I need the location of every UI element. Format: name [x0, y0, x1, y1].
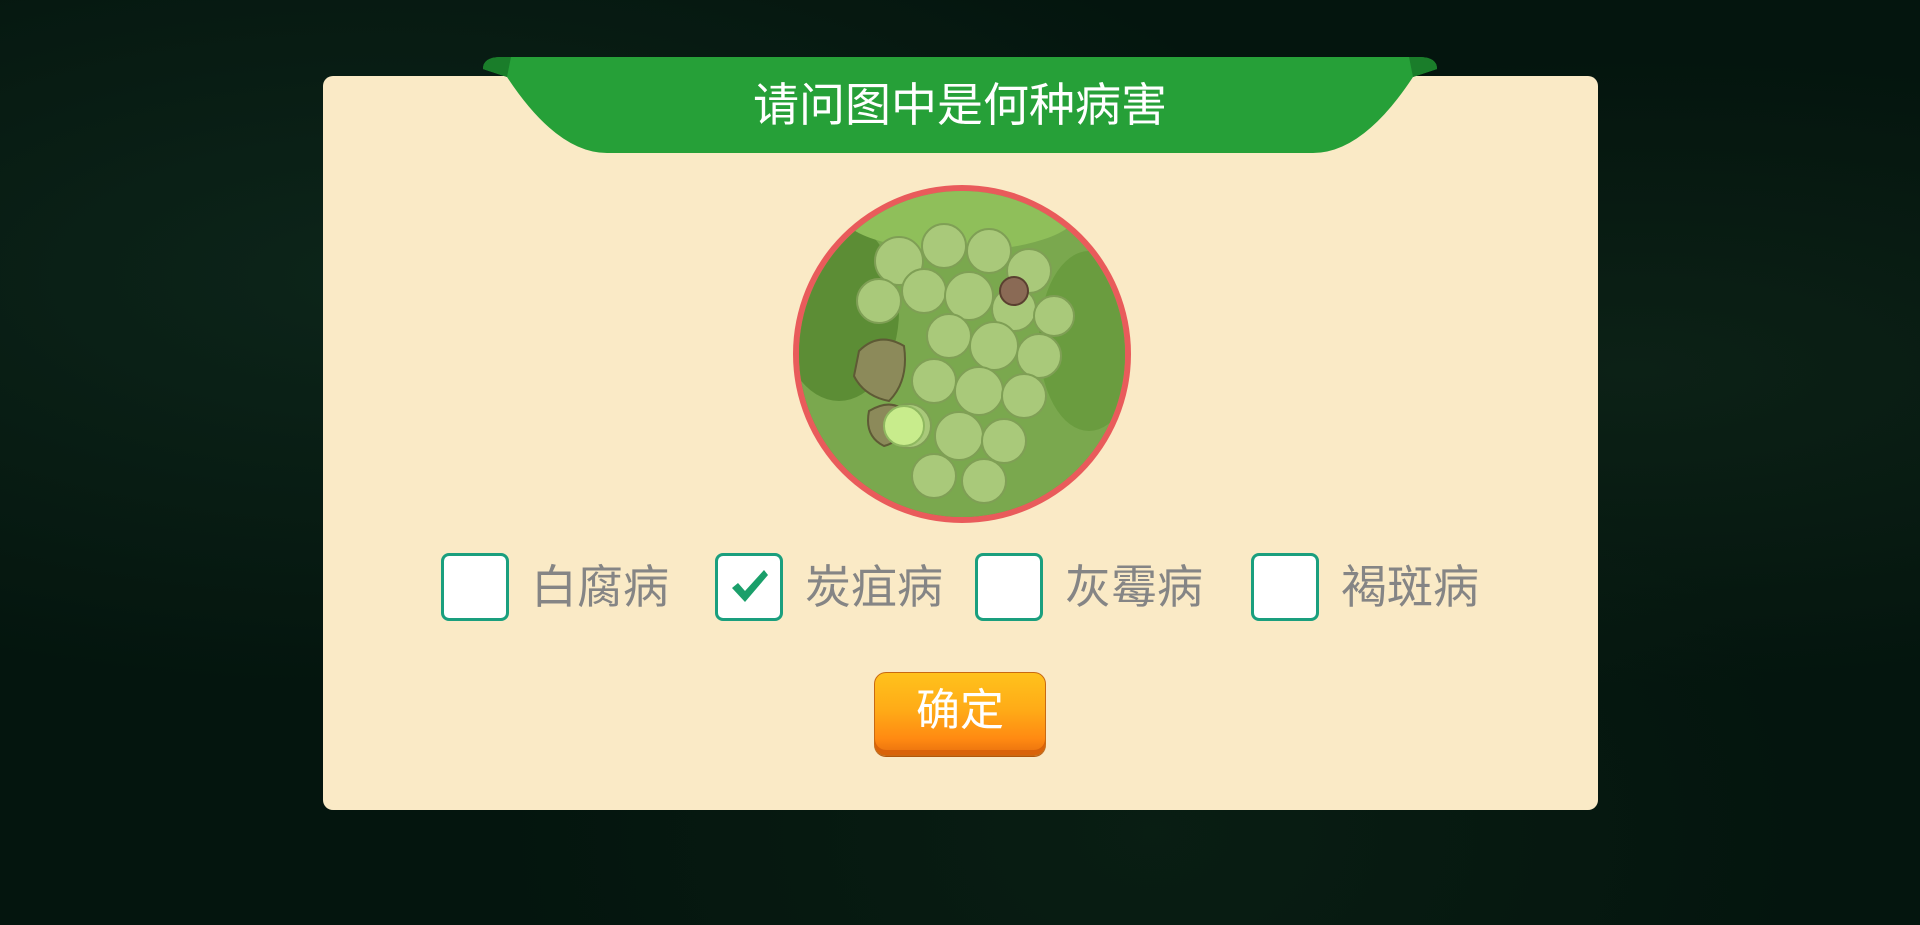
checkbox[interactable] — [1251, 553, 1319, 621]
photo-frame — [793, 185, 1131, 523]
confirm-button-label: 确定 — [916, 685, 1004, 736]
title-banner: 请问图中是何种病害 — [483, 57, 1437, 153]
confirm-button[interactable]: 确定 — [874, 672, 1046, 756]
option-label: 炭疽病 — [805, 560, 943, 614]
checkmark-icon — [732, 570, 768, 602]
checkbox[interactable] — [441, 553, 509, 621]
checkbox-checked[interactable] — [715, 553, 783, 621]
option-label: 白腐病 — [531, 560, 669, 614]
page-title: 请问图中是何种病害 — [753, 78, 1167, 132]
checkbox[interactable] — [975, 553, 1043, 621]
option-label: 灰霉病 — [1065, 560, 1203, 614]
option-label: 褐斑病 — [1341, 560, 1479, 614]
grape-cluster-photo — [799, 191, 1125, 517]
